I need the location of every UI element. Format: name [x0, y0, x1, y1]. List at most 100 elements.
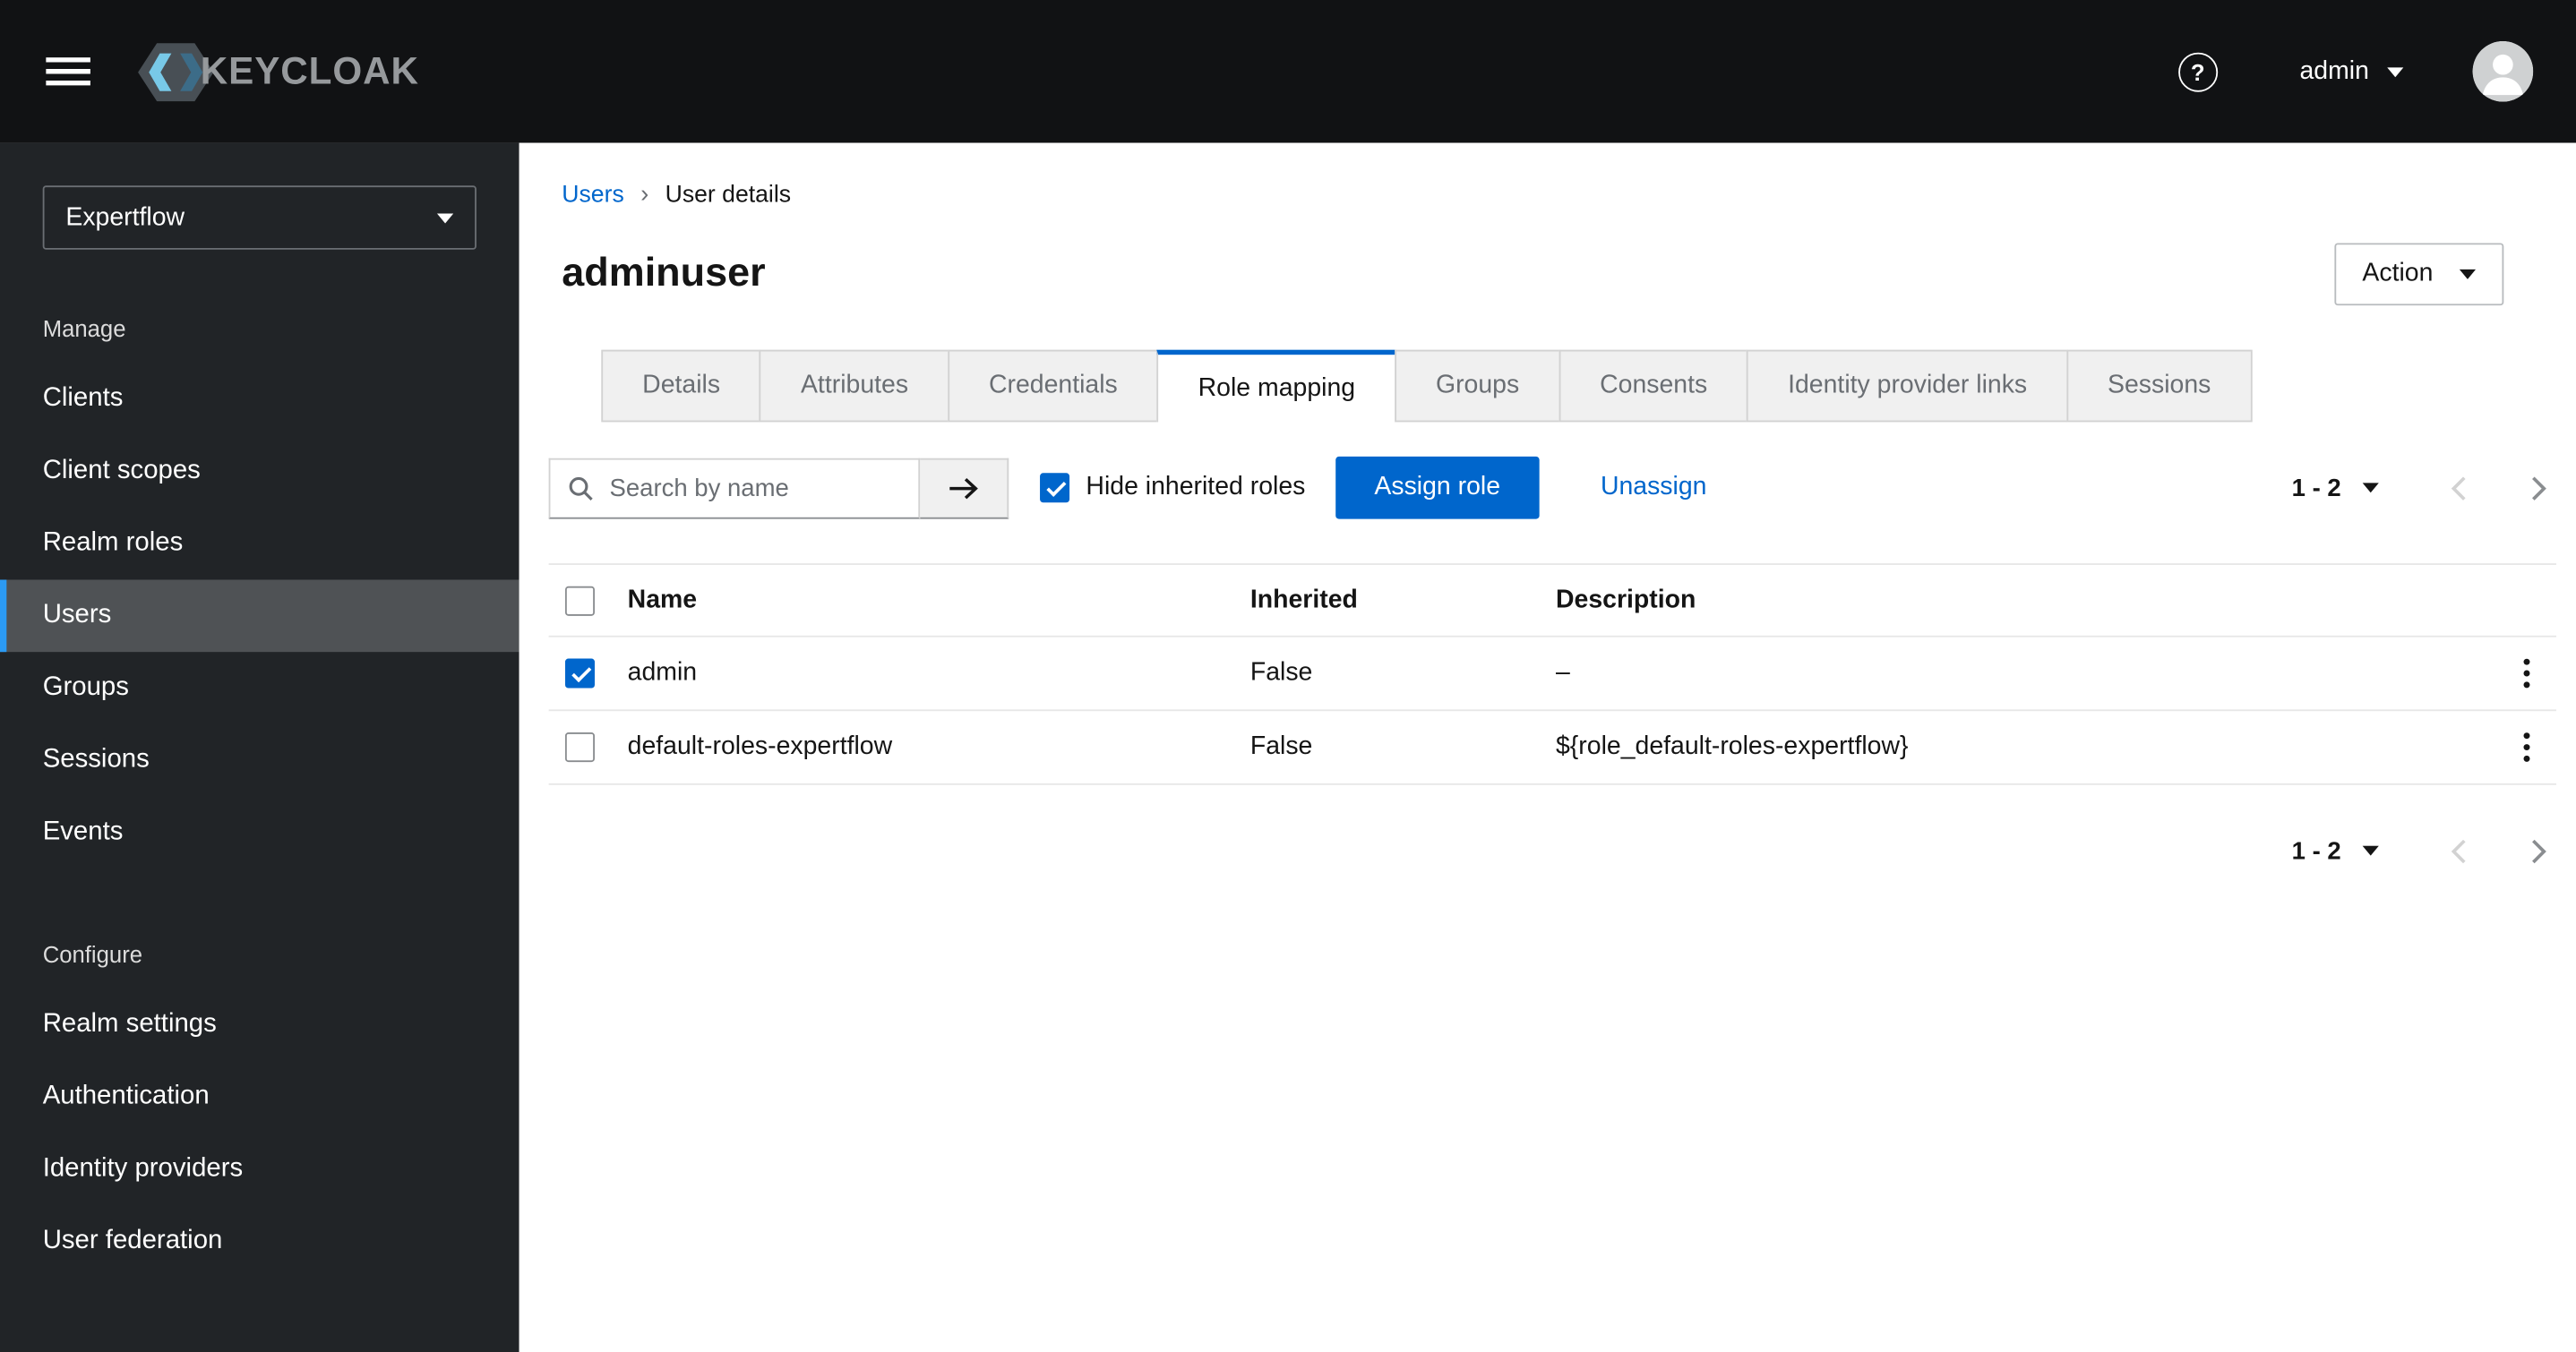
search-submit-button[interactable]: [920, 457, 1009, 518]
page-layout: Expertflow Manage Clients Client scopes …: [0, 142, 2576, 1352]
column-header-inherited: Inherited: [1249, 585, 1358, 614]
chevron-down-icon: [2387, 66, 2404, 77]
chevron-down-icon: [2362, 483, 2379, 493]
cell-inherited: False: [1249, 732, 1313, 761]
tab-attributes[interactable]: Attributes: [760, 349, 949, 423]
pagination-prev-button[interactable]: [2451, 838, 2467, 863]
nav-section-title-configure: Configure: [42, 940, 143, 968]
hide-inherited-checkbox[interactable]: [1040, 473, 1070, 503]
tab-details[interactable]: Details: [601, 349, 761, 423]
help-icon[interactable]: ?: [2177, 51, 2218, 91]
sidebar-item-label: Events: [42, 817, 124, 846]
chevron-left-icon: [2451, 838, 2466, 863]
table-row: admin False –: [548, 637, 2557, 712]
chevron-left-icon: [2451, 475, 2466, 500]
avatar: [2472, 40, 2534, 102]
tab-role-mapping[interactable]: Role mapping: [1156, 349, 1396, 423]
sidebar-item-user-federation[interactable]: User federation: [0, 1205, 519, 1278]
sidebar-item-authentication[interactable]: Authentication: [0, 1061, 519, 1134]
cell-description: ${role_default-roles-expertflow}: [1555, 732, 1909, 761]
sidebar-item-clients[interactable]: Clients: [0, 363, 519, 435]
tab-label: Identity provider links: [1788, 371, 2028, 399]
sidebar-item-label: Authentication: [42, 1082, 210, 1110]
row-checkbox[interactable]: [564, 732, 595, 763]
chevron-right-icon: [2532, 475, 2546, 500]
sidebar-item-events[interactable]: Events: [0, 797, 519, 869]
sidebar-item-label: Identity providers: [42, 1154, 244, 1183]
pagination-range-dropdown[interactable]: 1 - 2: [2292, 837, 2379, 865]
sidebar-item-realm-settings[interactable]: Realm settings: [0, 988, 519, 1061]
sidebar-item-groups[interactable]: Groups: [0, 652, 519, 724]
breadcrumb: Users › User details: [562, 181, 2576, 209]
pagination-prev-button[interactable]: [2451, 475, 2467, 501]
sidebar: Expertflow Manage Clients Client scopes …: [0, 142, 519, 1352]
tab-label: Details: [642, 371, 721, 399]
tab-identity-provider-links[interactable]: Identity provider links: [1747, 349, 2068, 423]
sidebar-item-label: Groups: [42, 673, 129, 702]
sidebar-item-sessions[interactable]: Sessions: [0, 724, 519, 797]
sidebar-item-label: Realm roles: [42, 528, 184, 557]
tab-label: Role mapping: [1198, 373, 1356, 402]
tab-credentials[interactable]: Credentials: [948, 349, 1159, 423]
user-menu-dropdown[interactable]: admin: [2299, 56, 2404, 86]
role-mapping-table: Name Inherited Description admin False –: [548, 563, 2557, 785]
action-dropdown-button[interactable]: Action: [2334, 243, 2504, 306]
search-input[interactable]: [548, 457, 921, 518]
tab-label: Sessions: [2108, 371, 2211, 399]
page-title: adminuser: [562, 251, 766, 296]
chevron-right-icon: [2532, 838, 2546, 863]
sidebar-item-label: Client scopes: [42, 456, 201, 485]
assign-role-button[interactable]: Assign role: [1335, 456, 1541, 519]
tab-label: Consents: [1600, 371, 1708, 399]
sidebar-item-users[interactable]: Users: [0, 579, 519, 653]
breadcrumb-link-users[interactable]: Users: [562, 182, 623, 208]
tab-groups[interactable]: Groups: [1395, 349, 1561, 423]
pagination-top: 1 - 2: [2292, 474, 2546, 501]
column-header-name: Name: [627, 585, 698, 614]
row-actions-kebab[interactable]: [2497, 637, 2556, 710]
username-label: admin: [2299, 56, 2369, 85]
realm-selector-label: Expertflow: [65, 202, 185, 231]
row-checkbox[interactable]: [564, 658, 595, 689]
unassign-link[interactable]: Unassign: [1601, 473, 1707, 502]
pagination-next-button[interactable]: [2532, 838, 2547, 863]
sidebar-item-identity-providers[interactable]: Identity providers: [0, 1134, 519, 1206]
tab-label: Attributes: [800, 371, 909, 399]
cell-inherited: False: [1249, 658, 1313, 687]
tab-list: Details Attributes Credentials Role mapp…: [601, 349, 2576, 423]
sidebar-item-label: Clients: [42, 384, 124, 413]
sidebar-item-label: Sessions: [42, 745, 150, 774]
select-all-cell: [549, 585, 628, 615]
search-group: [548, 457, 1009, 518]
nav-section-title-manage: Manage: [42, 315, 126, 342]
table-row: default-roles-expertflow False ${role_de…: [548, 711, 2557, 785]
keycloak-logo[interactable]: KEYCLOAK: [138, 42, 419, 101]
tab-sessions[interactable]: Sessions: [2066, 349, 2253, 423]
bottom-pagination-row: 1 - 2: [519, 817, 2546, 883]
select-all-checkbox[interactable]: [564, 585, 595, 615]
tab-label: Groups: [1435, 371, 1520, 399]
sidebar-item-label: User federation: [42, 1227, 223, 1255]
breadcrumb-separator-icon: ›: [640, 180, 649, 209]
hamburger-icon: [45, 57, 90, 86]
nav-toggle-button[interactable]: [43, 55, 92, 88]
row-actions-kebab[interactable]: [2497, 711, 2556, 783]
kebab-icon: [2523, 732, 2530, 762]
hide-inherited-toggle[interactable]: Hide inherited roles: [1040, 473, 1305, 503]
realm-selector[interactable]: Expertflow: [42, 185, 477, 250]
sidebar-item-realm-roles[interactable]: Realm roles: [0, 508, 519, 580]
sidebar-item-label: Realm settings: [42, 1010, 217, 1039]
pagination-range-label: 1 - 2: [2291, 474, 2341, 502]
sidebar-item-client-scopes[interactable]: Client scopes: [0, 435, 519, 508]
pagination-next-button[interactable]: [2532, 475, 2547, 501]
chevron-down-icon: [2362, 845, 2379, 856]
breadcrumb-current: User details: [665, 181, 792, 209]
pagination-range-label: 1 - 2: [2291, 836, 2341, 865]
chevron-down-icon: [436, 212, 454, 223]
title-row: adminuser Action: [562, 242, 2504, 307]
tab-consents[interactable]: Consents: [1558, 349, 1749, 423]
kebab-icon: [2523, 658, 2530, 689]
table-header-row: Name Inherited Description: [548, 563, 2557, 637]
search-icon: [569, 475, 593, 501]
pagination-range-dropdown[interactable]: 1 - 2: [2292, 474, 2379, 501]
